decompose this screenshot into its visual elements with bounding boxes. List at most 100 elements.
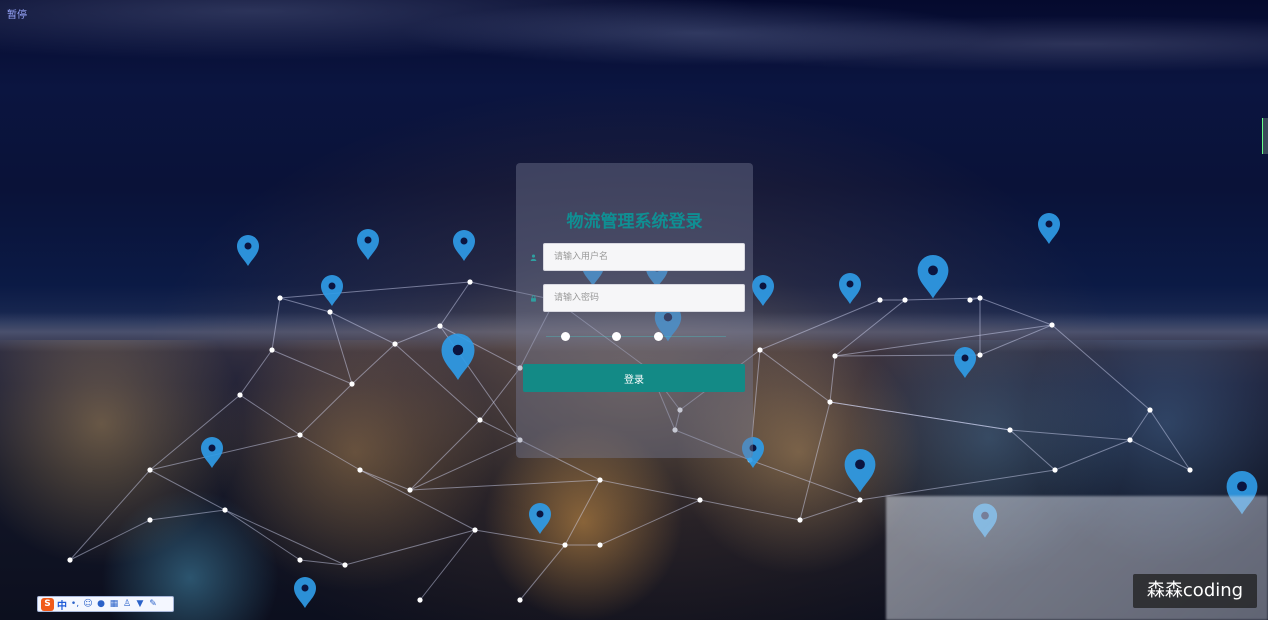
network-link — [599, 499, 701, 546]
pause-label[interactable]: 暂停 — [7, 6, 27, 21]
network-link — [1051, 324, 1151, 411]
network-link — [1009, 429, 1131, 441]
network-node — [1052, 467, 1058, 473]
location-pin-icon — [441, 333, 475, 380]
slider-captcha[interactable] — [546, 330, 726, 342]
network-node — [902, 297, 908, 303]
network-link — [351, 343, 396, 385]
network-link — [829, 401, 1011, 431]
network-link — [699, 499, 801, 521]
network-link — [829, 355, 836, 403]
network-link — [299, 434, 361, 471]
ime-toolbar[interactable]: S 中 •, ☺ ● ▦ ♙ ▼ ✎ — [37, 596, 174, 612]
shirt-icon[interactable]: ▼ — [135, 599, 145, 609]
network-link — [799, 401, 831, 521]
username-input[interactable] — [543, 243, 745, 271]
captcha-dot[interactable] — [654, 332, 663, 341]
network-link — [599, 479, 701, 501]
emoji-icon[interactable]: ☺ — [83, 599, 93, 609]
network-node — [1049, 322, 1055, 328]
network-link — [394, 325, 441, 345]
network-link — [409, 439, 521, 491]
network-link — [359, 469, 476, 531]
captcha-dot[interactable] — [561, 332, 570, 341]
side-widget[interactable] — [1262, 118, 1268, 154]
network-link — [69, 469, 151, 561]
network-link — [519, 544, 566, 601]
network-node — [392, 341, 398, 347]
location-pin-icon — [529, 503, 551, 534]
network-node — [417, 597, 423, 603]
network-node — [1127, 437, 1133, 443]
password-input[interactable] — [543, 284, 745, 312]
ime-mode-toggle[interactable]: 中 — [57, 597, 67, 612]
network-link — [759, 299, 881, 351]
network-link — [224, 509, 301, 561]
location-pin-icon — [321, 275, 343, 306]
network-link — [224, 509, 346, 566]
captcha-dot[interactable] — [612, 332, 621, 341]
lock-icon — [531, 295, 536, 302]
network-node — [349, 381, 355, 387]
microphone-icon[interactable]: ● — [96, 599, 106, 609]
sogou-logo-icon[interactable]: S — [41, 597, 54, 611]
network-link — [419, 529, 476, 601]
network-node — [977, 352, 983, 358]
network-link — [149, 509, 226, 521]
network-link — [1149, 409, 1191, 471]
network-link — [409, 419, 481, 491]
network-node — [269, 347, 275, 353]
wrench-icon[interactable]: ✎ — [148, 599, 158, 609]
network-node — [357, 467, 363, 473]
network-link — [979, 297, 1053, 326]
network-link — [299, 559, 346, 566]
network-link — [1054, 439, 1131, 471]
network-node — [827, 399, 833, 405]
network-node — [697, 497, 703, 503]
captcha-track — [546, 336, 726, 337]
punctuation-icon[interactable]: •, — [70, 599, 80, 609]
network-link — [409, 479, 601, 491]
person-icon[interactable]: ♙ — [122, 599, 132, 609]
network-node — [1007, 427, 1013, 433]
location-pin-icon — [844, 449, 876, 493]
network-link — [359, 469, 411, 491]
network-node — [562, 542, 568, 548]
network-link — [271, 349, 353, 385]
network-link — [439, 281, 471, 327]
network-node — [517, 597, 523, 603]
network-node — [757, 347, 763, 353]
network-node — [1187, 467, 1193, 473]
location-pin-icon — [954, 347, 976, 378]
network-link — [749, 459, 861, 501]
user-icon — [530, 254, 537, 261]
login-page-background: 暂停 物流管理系统登录 登录 S 中 •, ☺ ● ▦ ♙ ▼ ✎ 森森 — [0, 0, 1268, 620]
network-node — [222, 507, 228, 513]
keyboard-icon[interactable]: ▦ — [109, 599, 119, 609]
network-link — [474, 529, 566, 546]
network-node — [467, 279, 473, 285]
network-node — [327, 309, 333, 315]
network-link — [329, 311, 353, 385]
network-link — [279, 297, 331, 313]
network-node — [967, 297, 973, 303]
location-pin-icon — [752, 275, 774, 306]
network-link — [479, 419, 521, 441]
network-node — [832, 353, 838, 359]
location-pin-icon — [839, 273, 861, 304]
login-button[interactable]: 登录 — [523, 364, 745, 392]
network-node — [297, 557, 303, 563]
network-link — [271, 297, 281, 351]
network-link — [149, 394, 241, 471]
location-pin-icon — [201, 437, 223, 468]
location-pin-icon — [237, 235, 259, 266]
location-pin-icon — [1038, 213, 1060, 244]
login-title: 物流管理系统登录 — [566, 212, 703, 232]
network-node — [277, 295, 283, 301]
location-pin-icon — [357, 229, 379, 260]
network-node — [147, 467, 153, 473]
location-pin-icon — [453, 230, 475, 261]
network-link — [69, 519, 151, 561]
network-node — [342, 562, 348, 568]
network-link — [1129, 439, 1191, 471]
